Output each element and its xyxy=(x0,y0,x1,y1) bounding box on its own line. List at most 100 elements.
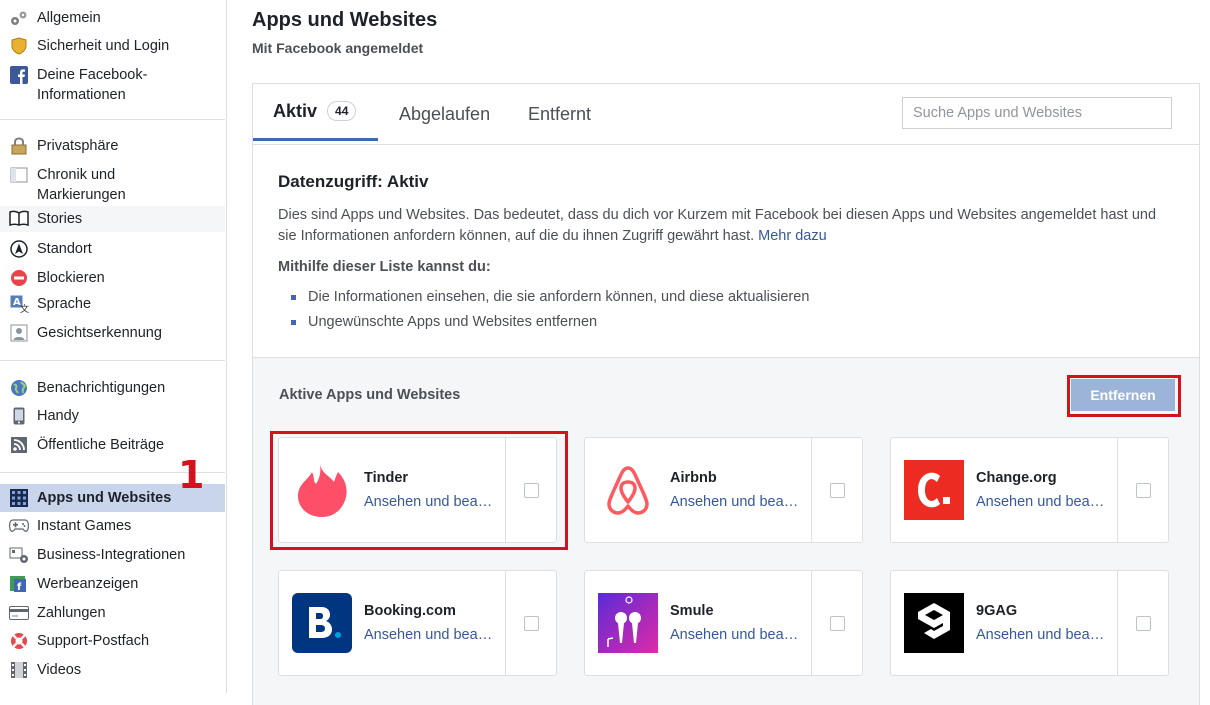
sidebar-item-allgemein[interactable]: Allgemein xyxy=(0,8,225,28)
card-divider xyxy=(811,438,812,542)
ads-icon: f xyxy=(9,574,29,594)
sidebar-item-sicherheit[interactable]: Sicherheit und Login xyxy=(0,36,225,56)
sidebar-item-label: Business-Integrationen xyxy=(37,547,186,563)
select-checkbox[interactable] xyxy=(1136,616,1151,631)
sidebar-item-sprache[interactable]: A文 Sprache xyxy=(0,294,225,314)
sidebar-item-zahlungen[interactable]: Zahlungen xyxy=(0,603,225,623)
sidebar-item-label: Öffentliche Beiträge xyxy=(37,437,165,453)
booking-logo-icon xyxy=(292,593,352,653)
sidebar-divider xyxy=(0,119,225,120)
sidebar-item-label: Allgemein xyxy=(37,10,101,26)
lifebuoy-icon xyxy=(9,631,29,651)
sidebar-item-werbeanzeigen[interactable]: f Werbeanzeigen xyxy=(0,574,225,594)
section-title: Aktive Apps und Websites xyxy=(279,387,461,403)
lock-icon xyxy=(9,136,29,156)
tab-entfernt[interactable]: Entfernt xyxy=(528,84,591,144)
sidebar-item-label: Stories xyxy=(37,211,83,227)
sidebar-item-label: Apps und Websites xyxy=(37,490,172,506)
globe-icon xyxy=(9,378,29,398)
sidebar-item-chronik[interactable]: Chronik und Markierungen xyxy=(0,165,225,205)
page-subtitle: Mit Facebook angemeldet xyxy=(252,40,424,56)
sidebar-item-label: Privatsphäre xyxy=(37,138,119,154)
facebook-icon xyxy=(9,65,29,85)
location-icon xyxy=(9,239,29,259)
shield-icon xyxy=(9,36,29,56)
app-card-9gag[interactable]: 9GAG Ansehen und bearbeiten xyxy=(890,570,1169,676)
face-icon xyxy=(9,323,29,343)
sidebar-item-business-integrationen[interactable]: Business-Integrationen xyxy=(0,545,225,565)
sidebar-item-videos[interactable]: Videos xyxy=(0,660,225,680)
sidebar-item-support-postfach[interactable]: Support-Postfach xyxy=(0,631,225,651)
info-title: Datenzugriff: Aktiv xyxy=(278,172,429,191)
select-checkbox[interactable] xyxy=(830,483,845,498)
list-item: Die Informationen einsehen, die sie anfo… xyxy=(291,287,809,312)
sidebar-item-standort[interactable]: Standort xyxy=(0,239,225,259)
app-card-change-org[interactable]: Change.org Ansehen und bearbeiten xyxy=(890,437,1169,543)
sidebar-item-handy[interactable]: Handy xyxy=(0,406,225,426)
count-badge: 44 xyxy=(327,101,357,121)
annotation-highlight-box xyxy=(270,431,568,550)
view-edit-link[interactable]: Ansehen und bearbeiten xyxy=(670,494,800,510)
language-icon: A文 xyxy=(9,294,29,314)
sidebar-item-label: Instant Games xyxy=(37,518,132,534)
view-edit-link[interactable]: Ansehen und bearbeiten xyxy=(976,494,1106,510)
sidebar-divider xyxy=(0,360,225,361)
app-card-booking[interactable]: Booking.com Ansehen und bearbeiten xyxy=(278,570,557,676)
timeline-icon xyxy=(9,165,29,185)
app-name: Smule xyxy=(670,603,714,619)
select-checkbox[interactable] xyxy=(1136,483,1151,498)
sidebar-item-privatsphaere[interactable]: Privatsphäre xyxy=(0,136,225,156)
sidebar-item-label: Videos xyxy=(37,662,82,678)
card-divider xyxy=(505,571,506,675)
sidebar-item-label: Gesichtserkennung xyxy=(37,325,162,341)
view-edit-link[interactable]: Ansehen und bearbeiten xyxy=(976,627,1106,643)
sidebar-item-blockieren[interactable]: Blockieren xyxy=(0,268,225,288)
page-title: Apps und Websites xyxy=(252,9,438,31)
sidebar-item-stories[interactable]: Stories xyxy=(0,206,225,232)
film-icon xyxy=(9,660,29,680)
svg-text:f: f xyxy=(17,582,22,593)
svg-text:文: 文 xyxy=(20,303,29,313)
sidebar-item-gesichtserkennung[interactable]: Gesichtserkennung xyxy=(0,323,225,343)
sidebar-item-instant-games[interactable]: Instant Games xyxy=(0,516,225,536)
learn-more-link[interactable]: Mehr dazu xyxy=(758,228,827,244)
info-list-title: Mithilfe dieser Liste kannst du: xyxy=(278,259,491,275)
select-checkbox[interactable] xyxy=(830,616,845,631)
view-edit-link[interactable]: Ansehen und bearbeiten xyxy=(364,627,494,643)
block-icon xyxy=(9,268,29,288)
search-input[interactable] xyxy=(902,97,1172,129)
sidebar-item-oeffentliche-beitraege[interactable]: Öffentliche Beiträge xyxy=(0,435,225,455)
card-divider xyxy=(811,571,812,675)
sidebar-item-label: Sicherheit und Login xyxy=(37,38,170,54)
sidebar-item-label: Werbeanzeigen xyxy=(37,576,139,592)
tab-label: Aktiv xyxy=(273,100,318,121)
info-text: Dies sind Apps und Websites. Das bedeute… xyxy=(278,205,1178,247)
gamepad-icon xyxy=(9,516,29,536)
sidebar-item-facebook-info[interactable]: Deine Facebook-Informationen xyxy=(0,65,225,105)
tab-abgelaufen[interactable]: Abgelaufen xyxy=(399,84,490,144)
tab-aktiv[interactable]: Aktiv 44 xyxy=(253,84,378,141)
card-icon xyxy=(9,603,29,623)
select-checkbox[interactable] xyxy=(524,616,539,631)
list-item: Ungewünschte Apps und Websites entfernen xyxy=(291,312,809,337)
airbnb-logo-icon xyxy=(598,460,658,520)
book-icon xyxy=(9,209,29,227)
app-name: Change.org xyxy=(976,470,1057,486)
annotation-number-1: 1 xyxy=(178,453,205,497)
tab-label: Entfernt xyxy=(528,103,592,124)
sidebar-item-label: Deine Facebook-Informationen xyxy=(37,67,148,103)
smule-logo-icon xyxy=(598,593,658,653)
card-divider xyxy=(1117,438,1118,542)
change-org-logo-icon xyxy=(904,460,964,520)
sidebar-item-label: Support-Postfach xyxy=(37,633,150,649)
app-card-smule[interactable]: Smule Ansehen und bearbeiten xyxy=(584,570,863,676)
sidebar-item-label: Sprache xyxy=(37,296,92,312)
gears-icon xyxy=(9,8,29,28)
sidebar-item-benachrichtigungen[interactable]: Benachrichtigungen xyxy=(0,378,225,398)
sidebar-item-label: Zahlungen xyxy=(37,605,106,621)
app-card-airbnb[interactable]: Airbnb Ansehen und bearbeiten xyxy=(584,437,863,543)
business-icon xyxy=(9,545,29,565)
app-name: Airbnb xyxy=(670,470,717,486)
view-edit-link[interactable]: Ansehen und bearbeiten xyxy=(670,627,800,643)
apps-icon xyxy=(9,488,29,508)
